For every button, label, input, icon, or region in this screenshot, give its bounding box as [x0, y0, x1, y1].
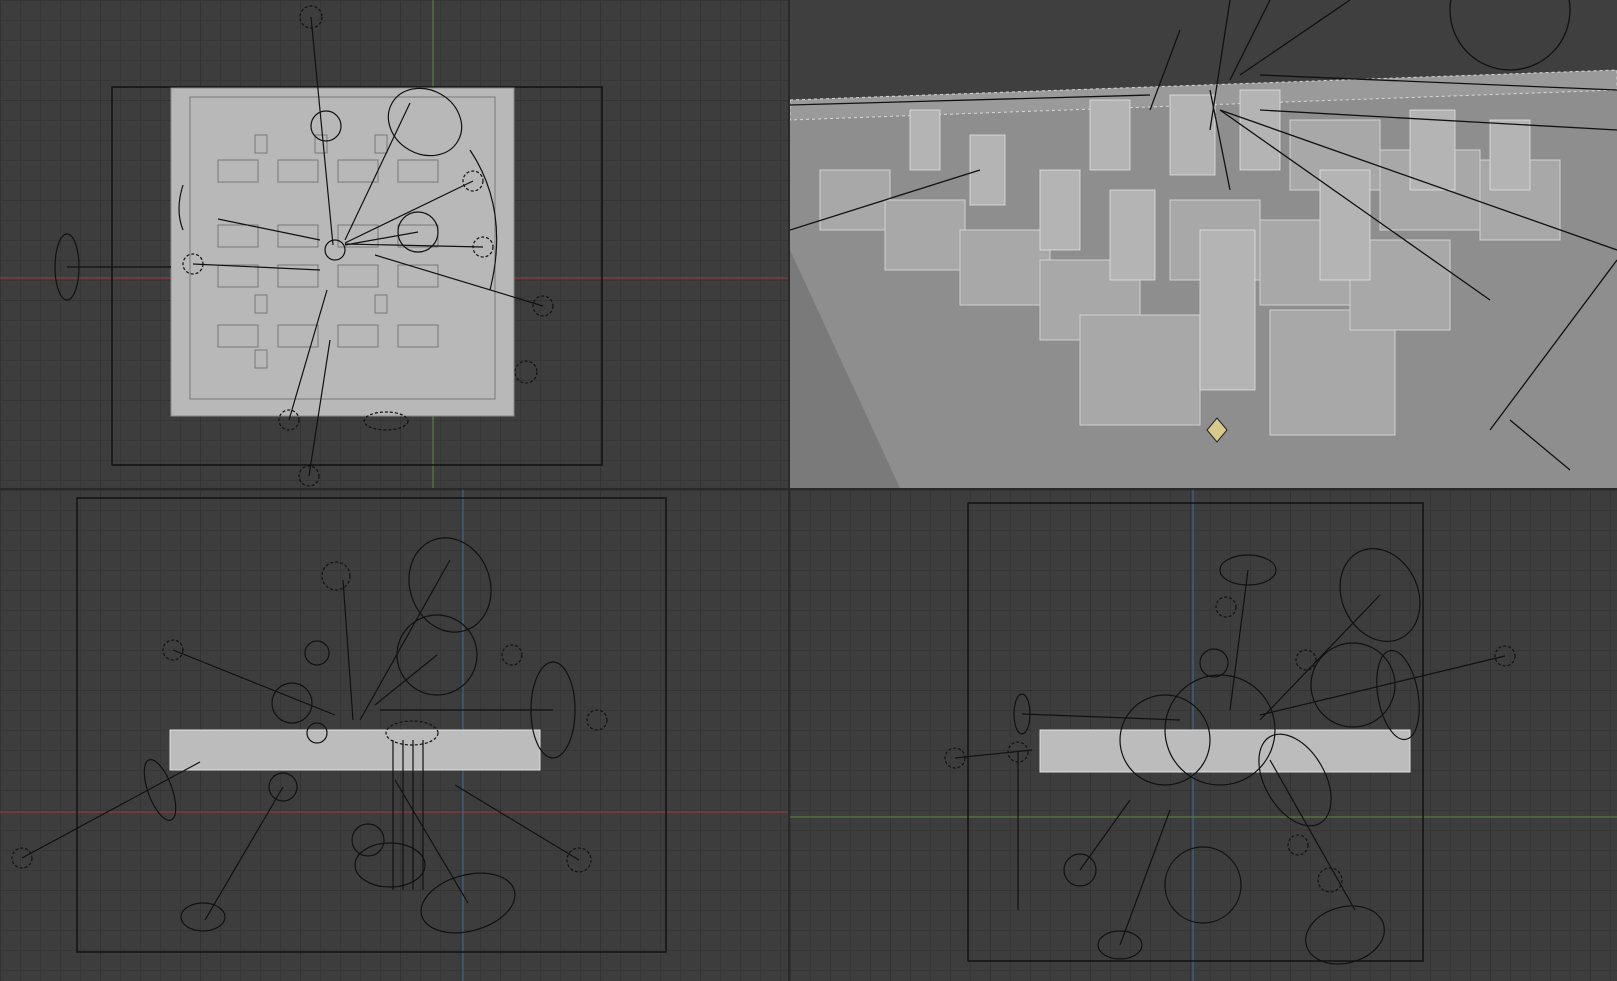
hangar-model-plan: [170, 87, 515, 417]
side-view-canvas: [790, 490, 1617, 981]
top-view-canvas: [0, 0, 788, 488]
viewport-splitter-vertical[interactable]: [788, 0, 790, 981]
hangar-model-profile: [1039, 729, 1411, 773]
viewport-front[interactable]: [0, 490, 788, 981]
front-view-canvas: [0, 490, 788, 981]
hangar-model-elevation: [169, 729, 541, 771]
viewport-top[interactable]: [0, 0, 788, 488]
perspective-view-canvas: [790, 0, 1617, 488]
viewport-side[interactable]: [790, 490, 1617, 981]
viewport-splitter-horizontal[interactable]: [0, 488, 1617, 490]
viewport-perspective[interactable]: [790, 0, 1617, 488]
